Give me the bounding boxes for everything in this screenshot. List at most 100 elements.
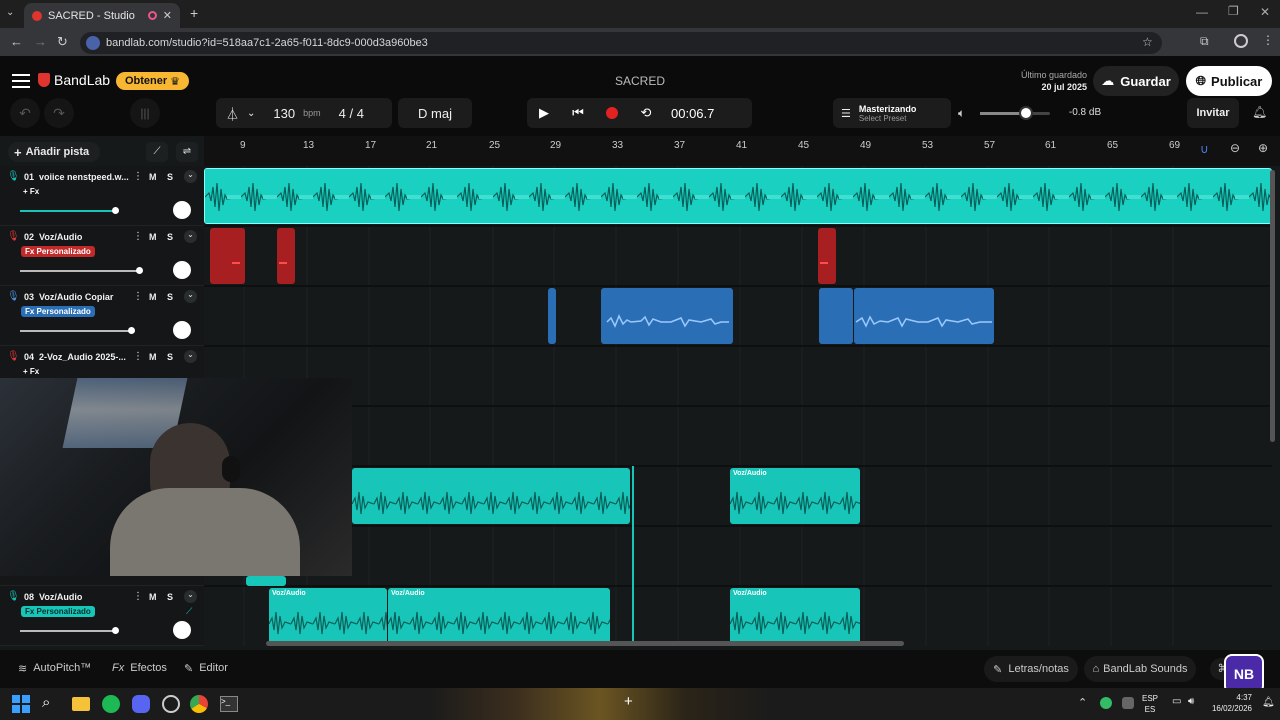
audio-clip[interactable]: [601, 288, 733, 344]
chrome-icon[interactable]: [190, 695, 208, 713]
mute-button[interactable]: M: [149, 592, 157, 602]
fx-button[interactable]: Fx Personalizado: [21, 246, 95, 257]
audio-clip[interactable]: [246, 576, 286, 586]
spotify-icon[interactable]: [102, 695, 120, 713]
track-volume-slider[interactable]: [20, 270, 140, 272]
editor-button[interactable]: ✎ Editor: [184, 662, 228, 675]
track-name[interactable]: Voz/Audio Copiar: [39, 292, 113, 302]
invite-button[interactable]: Invitar: [1187, 98, 1239, 128]
piano-keys-icon[interactable]: |||: [130, 98, 160, 128]
track-options-icon[interactable]: ⋮: [133, 231, 143, 242]
vertical-scrollbar[interactable]: [1270, 170, 1275, 442]
windows-start-icon[interactable]: [12, 695, 30, 713]
track-header-03[interactable]: 🎙︎ 03 Voz/Audio Copiar ⋮ M S ⌄ Fx Person…: [0, 286, 204, 346]
track-name[interactable]: 2-Voz_Audio 2025-...: [39, 352, 126, 362]
track-volume-slider[interactable]: [20, 630, 116, 632]
record-icon[interactable]: [595, 107, 629, 119]
site-info-icon[interactable]: [86, 36, 100, 50]
expand-track-icon[interactable]: ⌄: [184, 230, 197, 243]
key-selector[interactable]: D maj: [398, 98, 472, 128]
project-title[interactable]: SACRED: [600, 74, 680, 88]
add-track-button[interactable]: + Añadir pista: [8, 142, 100, 162]
lyrics-button[interactable]: ✎ Letras/notas: [984, 656, 1078, 682]
tray-app2-icon[interactable]: [1122, 697, 1134, 709]
track-volume-knob[interactable]: [136, 267, 143, 274]
track-header-02[interactable]: 🎙︎ 02 Voz/Audio ⋮ M S ⌄ Fx Personalizado: [0, 226, 204, 286]
get-button[interactable]: Obtener ♛: [116, 72, 189, 90]
audio-clip[interactable]: [277, 228, 295, 284]
speaker-icon[interactable]: 🔈︎: [958, 106, 965, 121]
track-volume-knob[interactable]: [112, 627, 119, 634]
horizontal-scrollbar[interactable]: [266, 641, 904, 646]
minimize-icon[interactable]: —: [1196, 5, 1208, 19]
tray-chevron-icon[interactable]: ⌃: [1078, 696, 1087, 709]
hamburger-menu-icon[interactable]: [12, 74, 30, 88]
automation-icon[interactable]: ⟋: [146, 142, 168, 162]
loop-icon[interactable]: ⟲: [629, 105, 663, 121]
audio-clip[interactable]: [352, 468, 630, 524]
pan-knob[interactable]: [173, 321, 191, 339]
publish-button[interactable]: 🌐︎ Publicar: [1186, 66, 1272, 96]
play-icon[interactable]: ▶: [527, 105, 561, 121]
forward-icon[interactable]: →: [34, 34, 47, 49]
pan-knob[interactable]: [173, 621, 191, 639]
discord-icon[interactable]: [132, 695, 150, 713]
track-volume-slider[interactable]: [20, 330, 132, 332]
track-options-icon[interactable]: ⋮: [133, 291, 143, 302]
track-options-icon[interactable]: ⋮: [133, 171, 143, 182]
maximize-icon[interactable]: ❐: [1228, 4, 1239, 18]
expand-track-icon[interactable]: ⌄: [184, 170, 197, 183]
bookmark-star-icon[interactable]: ☆: [1142, 35, 1153, 49]
audio-clip[interactable]: [818, 228, 836, 284]
undo-icon[interactable]: ↶: [10, 98, 40, 128]
audio-clip[interactable]: Voz/Audio: [730, 468, 860, 524]
zoom-out-icon[interactable]: ⊖: [1230, 141, 1240, 155]
notifications-bell-icon[interactable]: 🔔︎: [1252, 105, 1267, 119]
redo-icon[interactable]: ↷: [44, 98, 74, 128]
back-icon[interactable]: ←: [10, 34, 23, 49]
solo-button[interactable]: S: [167, 232, 173, 242]
expand-track-icon[interactable]: ⌄: [184, 590, 197, 603]
time-signature[interactable]: 4 / 4: [339, 106, 364, 121]
mute-button[interactable]: M: [149, 292, 157, 302]
expand-track-icon[interactable]: ⌄: [184, 350, 197, 363]
track-options-icon[interactable]: ⋮: [133, 351, 143, 362]
extensions-icon[interactable]: ⧉: [1200, 34, 1209, 49]
mute-button[interactable]: M: [149, 232, 157, 242]
reload-icon[interactable]: ↻: [57, 34, 68, 50]
volume-icon[interactable]: 🔊︎: [1188, 696, 1194, 707]
browser-tab[interactable]: SACRED - Studio ✕: [24, 3, 180, 28]
solo-button[interactable]: S: [167, 352, 173, 362]
save-button[interactable]: ☁ Guardar: [1093, 66, 1179, 96]
mixer-icon[interactable]: ⇌: [176, 142, 198, 162]
mastering-button[interactable]: ☰ Masterizando Select Preset: [833, 98, 951, 128]
language-indicator[interactable]: ESP ES: [1142, 693, 1158, 715]
url-field[interactable]: bandlab.com/studio?id=518aa7c1-2a65-f011…: [80, 32, 1162, 54]
browser-menu-icon[interactable]: ⋮: [1262, 33, 1274, 47]
audio-clip[interactable]: Voz/Audio: [730, 588, 860, 644]
track-options-icon[interactable]: ⋮: [133, 591, 143, 602]
expand-track-icon[interactable]: ⌄: [184, 290, 197, 303]
audio-clip[interactable]: [854, 288, 994, 344]
audio-clip[interactable]: [819, 288, 853, 344]
bandlab-logo[interactable]: BandLab: [38, 72, 110, 88]
snap-magnet-icon[interactable]: ∪: [1200, 142, 1209, 156]
solo-button[interactable]: S: [167, 592, 173, 602]
search-icon[interactable]: ⌕: [42, 694, 50, 711]
desktop-add-icon[interactable]: +: [624, 693, 633, 710]
track-volume-slider[interactable]: [20, 210, 116, 212]
clock[interactable]: 4:37 16/02/2026: [1204, 692, 1252, 714]
effects-button[interactable]: Fx Efectos: [112, 662, 167, 674]
profile-icon[interactable]: [1234, 34, 1248, 48]
fx-button[interactable]: + Fx: [21, 186, 43, 197]
track-volume-knob[interactable]: [112, 207, 119, 214]
solo-button[interactable]: S: [167, 172, 173, 182]
file-explorer-icon[interactable]: [72, 697, 90, 711]
notification-center-icon[interactable]: 🔔︎: [1262, 697, 1275, 708]
pan-knob[interactable]: [173, 261, 191, 279]
audio-clip[interactable]: [210, 228, 245, 284]
solo-button[interactable]: S: [167, 292, 173, 302]
audio-clip[interactable]: Voz/Audio: [388, 588, 610, 644]
timeline-ruler[interactable]: 9 13 17 21 25 29 33 37 41 45 49 53 57 61…: [204, 136, 1280, 166]
automation-icon[interactable]: ⟋: [186, 606, 192, 617]
